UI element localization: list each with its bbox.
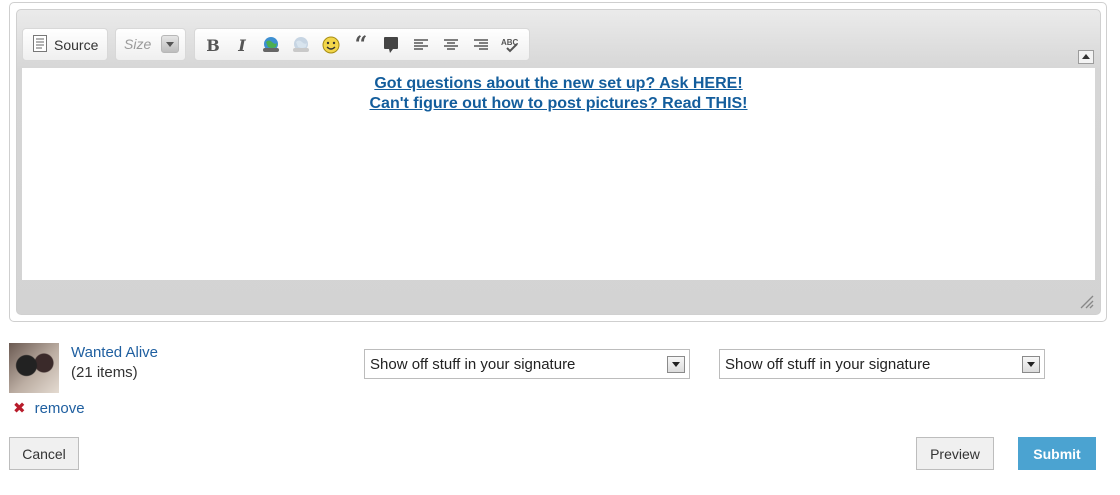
collapse-toolbar-button[interactable] xyxy=(1078,50,1094,64)
chevron-down-icon xyxy=(667,356,685,373)
document-icon xyxy=(33,34,47,55)
signature-select-2[interactable]: Show off stuff in your signature xyxy=(719,349,1045,379)
pictures-link[interactable]: Can't figure out how to post pictures? R… xyxy=(22,94,1095,114)
close-icon: ✖ xyxy=(13,400,26,417)
item-count: (21 items) xyxy=(71,364,138,381)
remove-button[interactable]: ✖ remove xyxy=(13,399,85,418)
cancel-button[interactable]: Cancel xyxy=(9,437,79,470)
insert-image-icon[interactable] xyxy=(291,35,311,55)
item-thumbnail[interactable] xyxy=(9,343,59,393)
align-right-icon[interactable] xyxy=(471,35,491,55)
chevron-down-icon xyxy=(1022,356,1040,373)
spellcheck-icon[interactable]: ABC xyxy=(501,35,521,55)
blockquote-icon[interactable]: “ xyxy=(351,34,371,56)
insert-link-icon[interactable] xyxy=(261,35,281,55)
submit-button[interactable]: Submit xyxy=(1018,437,1096,470)
size-placeholder: Size xyxy=(124,36,152,52)
remove-label: remove xyxy=(34,399,85,417)
smiley-icon[interactable] xyxy=(321,35,341,55)
item-name-link[interactable]: Wanted Alive xyxy=(71,344,158,361)
align-left-icon[interactable] xyxy=(411,35,431,55)
speech-bubble-icon[interactable] xyxy=(381,35,401,55)
source-label: Source xyxy=(54,36,99,53)
resize-handle-icon[interactable] xyxy=(1078,293,1094,309)
italic-icon[interactable]: I xyxy=(232,35,252,55)
format-toolbar: B I “ ABC xyxy=(194,28,530,61)
signature-select-1[interactable]: Show off stuff in your signature xyxy=(364,349,690,379)
source-button[interactable]: Source xyxy=(22,28,108,61)
bold-icon[interactable]: B xyxy=(203,35,223,55)
preview-button[interactable]: Preview xyxy=(916,437,994,470)
questions-link[interactable]: Got questions about the new set up? Ask … xyxy=(22,74,1095,94)
chevron-down-icon xyxy=(161,35,179,53)
editor-content[interactable]: Got questions about the new set up? Ask … xyxy=(22,68,1095,280)
select-value: Show off stuff in your signature xyxy=(370,356,576,373)
font-size-dropdown[interactable]: Size xyxy=(115,28,186,61)
align-center-icon[interactable] xyxy=(441,35,461,55)
select-value: Show off stuff in your signature xyxy=(725,356,931,373)
